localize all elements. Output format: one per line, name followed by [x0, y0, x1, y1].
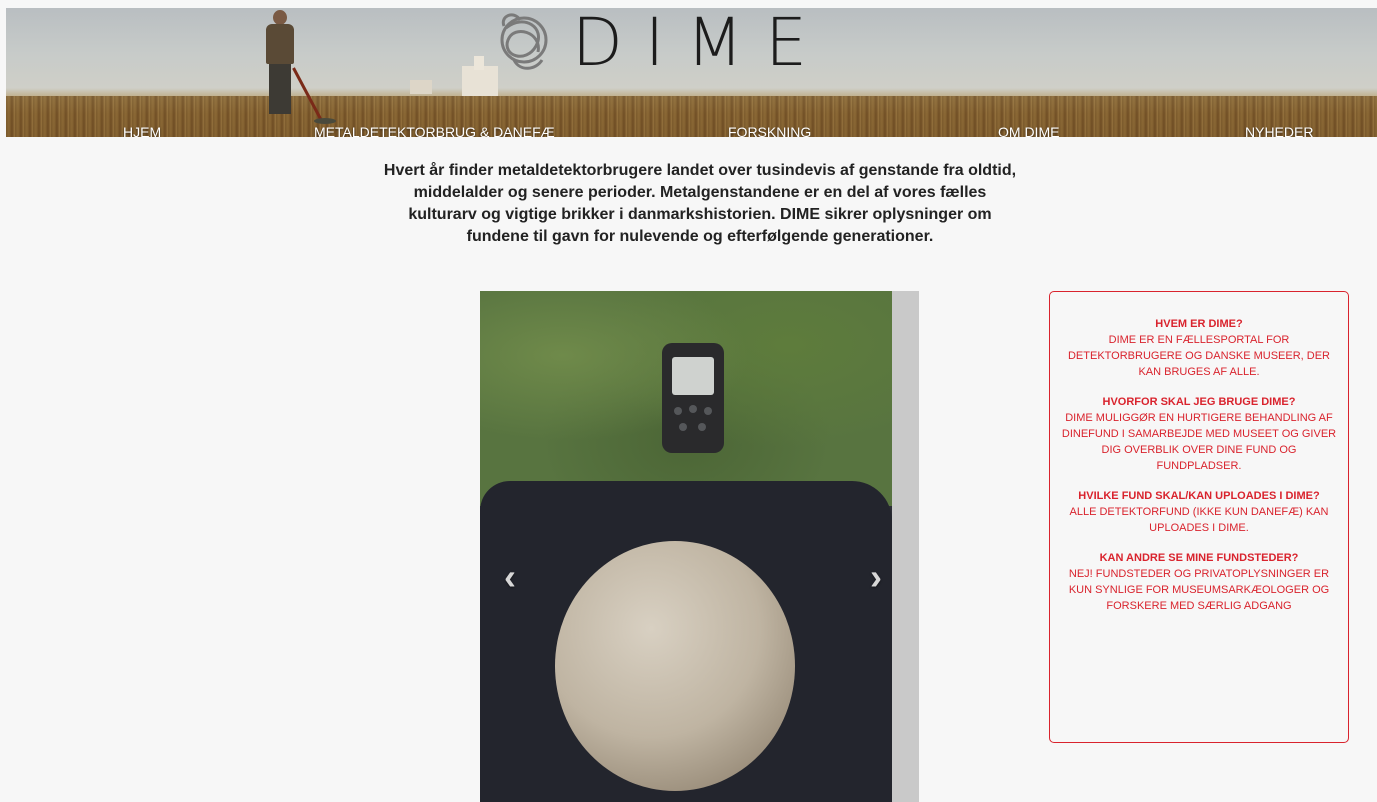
detectorist-image	[256, 8, 336, 124]
metal-detector-device	[662, 343, 724, 453]
carousel-slide-image	[480, 291, 892, 802]
image-carousel[interactable]: ‹ ›	[480, 291, 919, 802]
faq-question: HVILKE FUND SKAL/KAN UPLOADES I DIME?	[1078, 490, 1320, 502]
found-ball-object	[555, 541, 795, 791]
faq-question: HVORFOR SKAL JEG BRUGE DIME?	[1102, 396, 1296, 408]
nav-forskning[interactable]: FORSKNING	[728, 124, 811, 137]
nav-nyheder[interactable]: NYHEDER	[1245, 124, 1313, 137]
faq-answer: DIME MULIGGØR EN HURTIGERE BEHANDLING AF…	[1061, 412, 1337, 472]
faq-answer: DIME ER EN FÆLLESPORTAL FOR DETEKTORBRUG…	[1067, 334, 1330, 378]
faq-question: HVEM ER DIME?	[1155, 318, 1243, 330]
nav-om-dime[interactable]: OM DIME	[998, 124, 1059, 137]
knot-logo-icon	[500, 13, 548, 70]
logo-text: DIME	[572, 8, 829, 81]
nav-metaldetektorbrug[interactable]: METALDETEKTORBRUG & DANEFÆ	[314, 124, 555, 137]
faq-answer: ALLE DETEKTORFUND (IKKE KUN DANEFÆ) KAN …	[1069, 506, 1329, 534]
faq-box: HVEM ER DIME? DIME ER EN FÆLLESPORTAL FO…	[1049, 291, 1349, 743]
nav-hjem[interactable]: HJEM	[123, 124, 161, 137]
intro-text: Hvert år finder metaldetektorbrugere lan…	[383, 162, 1017, 245]
faq-answer: NEJ! FUNDSTEDER OG PRIVATOPLYSNINGER ER …	[1068, 568, 1330, 612]
faq-question: KAN ANDRE SE MINE FUNDSTEDER?	[1099, 552, 1299, 564]
main-nav: HJEM METALDETEKTORBRUG & DANEFÆ FORSKNIN…	[12, 118, 1377, 137]
dime-logo[interactable]: DIME	[484, 8, 829, 78]
header-banner: DIME HJEM METALDETEKTORBRUG & DANEFÆ FOR…	[6, 8, 1377, 137]
farmhouse-image	[410, 80, 432, 94]
chevron-left-icon[interactable]: ‹	[504, 559, 516, 595]
chevron-right-icon[interactable]: ›	[870, 559, 882, 595]
